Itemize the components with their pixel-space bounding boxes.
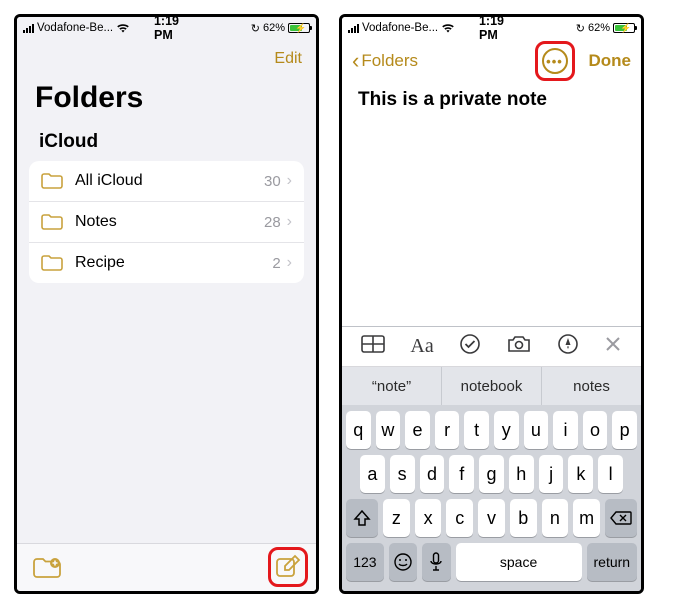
- key-y[interactable]: y: [494, 411, 519, 449]
- keyboard-toolbar: Aa: [342, 327, 641, 367]
- folder-list: All iCloud 30 › Notes 28 › Recipe 2 ›: [29, 161, 304, 283]
- battery-pct-label: 62%: [263, 22, 285, 34]
- folder-label: Recipe: [75, 254, 272, 272]
- back-button[interactable]: ‹ Folders: [352, 50, 418, 72]
- table-icon[interactable]: [361, 335, 385, 359]
- folder-row-recipe[interactable]: Recipe 2 ›: [29, 243, 304, 283]
- folder-count: 2: [272, 255, 280, 272]
- folder-icon: [41, 255, 63, 271]
- folder-icon: [41, 214, 63, 230]
- chevron-right-icon: ›: [287, 254, 292, 272]
- key-p[interactable]: p: [612, 411, 637, 449]
- key-z[interactable]: z: [383, 499, 410, 537]
- key-g[interactable]: g: [479, 455, 504, 493]
- note-body[interactable]: This is a private note: [342, 83, 641, 326]
- keyboard: Aa “note” notebook notes q w e r t: [342, 326, 641, 591]
- battery-icon: ⚡: [613, 23, 635, 33]
- key-x[interactable]: x: [415, 499, 442, 537]
- key-n[interactable]: n: [542, 499, 569, 537]
- wifi-icon: [441, 21, 455, 36]
- battery-pct-label: 62%: [588, 22, 610, 34]
- signal-icon: [23, 24, 34, 33]
- clock-label: 1:19 PM: [154, 14, 179, 42]
- key-m[interactable]: m: [573, 499, 600, 537]
- folder-label: Notes: [75, 213, 264, 231]
- key-o[interactable]: o: [583, 411, 608, 449]
- key-i[interactable]: i: [553, 411, 578, 449]
- compose-button[interactable]: [275, 554, 301, 580]
- prediction-2[interactable]: notebook: [442, 367, 542, 405]
- more-button[interactable]: •••: [542, 48, 568, 74]
- folder-row-notes[interactable]: Notes 28 ›: [29, 202, 304, 243]
- ellipsis-icon: •••: [546, 54, 563, 69]
- folder-label: All iCloud: [75, 172, 264, 190]
- carrier-label: Vodafone-Be...: [362, 22, 438, 34]
- key-k[interactable]: k: [568, 455, 593, 493]
- folder-count: 28: [264, 214, 281, 231]
- key-dictation[interactable]: [422, 543, 450, 581]
- key-b[interactable]: b: [510, 499, 537, 537]
- prediction-bar: “note” notebook notes: [342, 367, 641, 405]
- wifi-icon: [116, 21, 130, 36]
- page-title: Folders: [17, 79, 316, 125]
- chevron-left-icon: ‹: [352, 50, 359, 72]
- key-t[interactable]: t: [464, 411, 489, 449]
- key-w[interactable]: w: [376, 411, 401, 449]
- prediction-3[interactable]: notes: [542, 367, 641, 405]
- key-h[interactable]: h: [509, 455, 534, 493]
- key-a[interactable]: a: [360, 455, 385, 493]
- sync-icon: ↻: [251, 22, 260, 35]
- key-e[interactable]: e: [405, 411, 430, 449]
- key-emoji[interactable]: [389, 543, 417, 581]
- checklist-icon[interactable]: [459, 333, 481, 361]
- key-q[interactable]: q: [346, 411, 371, 449]
- note-title: This is a private note: [358, 89, 625, 111]
- folder-icon: [41, 173, 63, 189]
- key-c[interactable]: c: [446, 499, 473, 537]
- key-r[interactable]: r: [435, 411, 460, 449]
- status-bar: Vodafone-Be... 1:19 PM ↻ 62% ⚡: [17, 17, 316, 39]
- markup-icon[interactable]: [557, 333, 579, 361]
- nav-bar: ‹ Folders ••• Done: [342, 39, 641, 83]
- new-folder-button[interactable]: [33, 557, 61, 579]
- key-j[interactable]: j: [539, 455, 564, 493]
- key-return[interactable]: return: [587, 543, 637, 581]
- key-l[interactable]: l: [598, 455, 623, 493]
- folders-screen: Vodafone-Be... 1:19 PM ↻ 62% ⚡ Edit Fold…: [14, 14, 319, 594]
- folder-row-all-icloud[interactable]: All iCloud 30 ›: [29, 161, 304, 202]
- clock-label: 1:19 PM: [479, 14, 504, 42]
- edit-button[interactable]: Edit: [274, 50, 302, 68]
- status-bar: Vodafone-Be... 1:19 PM ↻ 62% ⚡: [342, 17, 641, 39]
- key-f[interactable]: f: [449, 455, 474, 493]
- key-123[interactable]: 123: [346, 543, 384, 581]
- key-space[interactable]: space: [456, 543, 582, 581]
- key-d[interactable]: d: [420, 455, 445, 493]
- camera-icon[interactable]: [507, 335, 531, 359]
- note-editor-screen: Vodafone-Be... 1:19 PM ↻ 62% ⚡ ‹ Folders…: [339, 14, 644, 594]
- battery-icon: ⚡: [288, 23, 310, 33]
- section-header: iCloud: [17, 125, 316, 161]
- chevron-right-icon: ›: [287, 213, 292, 231]
- key-backspace[interactable]: [605, 499, 637, 537]
- key-u[interactable]: u: [524, 411, 549, 449]
- done-button[interactable]: Done: [589, 51, 632, 71]
- key-v[interactable]: v: [478, 499, 505, 537]
- sync-icon: ↻: [576, 22, 585, 35]
- highlight-compose: [268, 547, 308, 587]
- signal-icon: [348, 24, 359, 33]
- close-icon[interactable]: [604, 335, 622, 359]
- nav-bar: Edit: [17, 39, 316, 79]
- carrier-label: Vodafone-Be...: [37, 22, 113, 34]
- key-shift[interactable]: [346, 499, 378, 537]
- highlight-more: •••: [535, 41, 575, 81]
- prediction-1[interactable]: “note”: [342, 367, 442, 405]
- folder-count: 30: [264, 173, 281, 190]
- back-label: Folders: [361, 51, 418, 71]
- key-s[interactable]: s: [390, 455, 415, 493]
- chevron-right-icon: ›: [287, 172, 292, 190]
- format-button[interactable]: Aa: [410, 335, 433, 358]
